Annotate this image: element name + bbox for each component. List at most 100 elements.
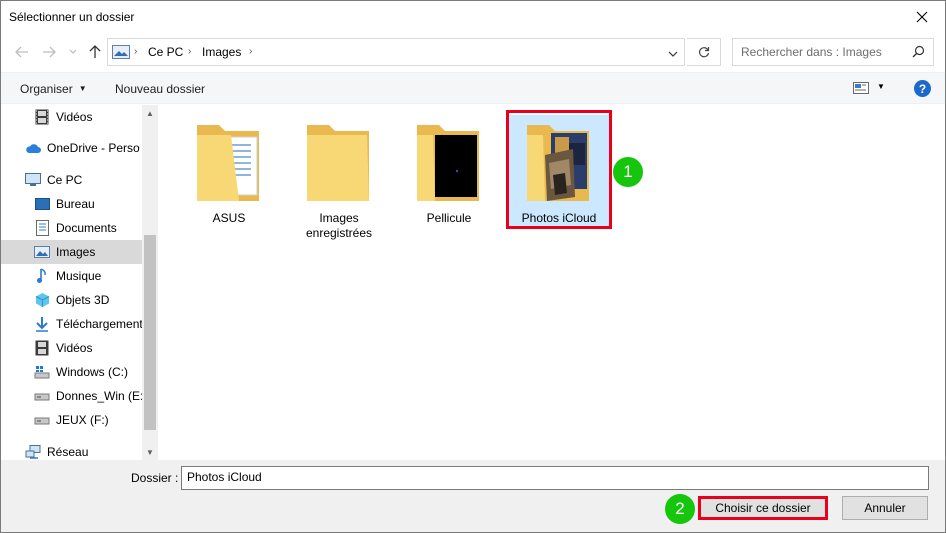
chevron-down-icon	[69, 49, 77, 54]
search-icon	[912, 45, 925, 61]
view-caret-icon[interactable]: ▼	[877, 82, 885, 91]
computer-icon	[25, 172, 41, 188]
scroll-down-button[interactable]: ▼	[142, 444, 157, 460]
nav-item-jeux-f[interactable]: JEUX (F:)	[1, 408, 142, 432]
nav-item-ce-pc[interactable]: Ce PC	[1, 168, 142, 192]
drive-icon	[34, 388, 50, 404]
video-icon	[34, 340, 50, 356]
navigation-bar: › Ce PC › Images › Rechercher dans : Ima…	[1, 32, 945, 72]
new-folder-button[interactable]: Nouveau dossier	[115, 82, 205, 96]
refresh-icon	[698, 47, 709, 58]
folder-label: ASUS	[212, 211, 246, 225]
nav-item-label: Réseau	[47, 445, 89, 459]
documents-icon	[34, 220, 50, 236]
nav-item-bureau[interactable]: Bureau	[1, 192, 142, 216]
nav-item-label: Images	[56, 245, 96, 259]
cube-icon	[34, 292, 50, 308]
arrow-right-icon	[43, 46, 56, 58]
folder-documents-icon	[179, 115, 279, 211]
step-badge-2: 2	[665, 494, 695, 524]
folder-images-enregistrees[interactable]: Images enregistrées	[289, 115, 389, 241]
cloud-icon	[25, 140, 41, 156]
cancel-label: Annuler	[864, 501, 906, 515]
folder-picker-dialog: Sélectionner un dossier › Ce PC › Images…	[0, 0, 946, 533]
footer-panel: Dossier : Photos iCloud 2 Choisir ce dos…	[1, 460, 945, 532]
nav-item-label: Musique	[56, 269, 102, 283]
scroll-thumb[interactable]	[144, 235, 156, 430]
nav-item-images[interactable]: Images	[1, 240, 142, 264]
music-icon	[34, 268, 50, 284]
nav-item-label: Objets 3D	[56, 293, 110, 307]
refresh-button[interactable]	[687, 38, 721, 66]
nav-item-label: Windows (C:)	[56, 365, 129, 379]
nav-item-videos[interactable]: Vidéos	[1, 105, 142, 129]
folder-label: Images enregistrées	[305, 211, 373, 240]
breadcrumb-separator: ›	[134, 46, 138, 57]
title-bar: Sélectionner un dossier	[1, 1, 945, 32]
navigation-pane: Vidéos OneDrive - Perso Ce PC Bureau Doc…	[1, 105, 158, 460]
arrow-left-icon	[15, 46, 28, 58]
command-bar: Organiser ▼ Nouveau dossier ▼ ?	[1, 72, 945, 104]
window-title: Sélectionner un dossier	[9, 10, 135, 24]
pictures-icon	[112, 45, 130, 62]
selection-highlight-box	[506, 110, 612, 229]
nav-item-label: Ce PC	[47, 173, 83, 187]
folder-dark-icon	[399, 115, 499, 211]
arrow-up-icon	[89, 45, 101, 58]
close-icon	[916, 11, 928, 22]
nav-item-label: Vidéos	[56, 110, 93, 124]
up-button[interactable]	[86, 43, 104, 61]
video-icon	[34, 109, 50, 125]
folder-field-label: Dossier :	[131, 471, 179, 485]
step-badge-1: 1	[613, 157, 643, 187]
nav-pane-scrollbar[interactable]: ▲ ▼	[142, 105, 157, 460]
breadcrumb-images[interactable]: Images	[202, 45, 241, 59]
nav-item-label: Vidéos	[56, 341, 93, 355]
drive-icon	[34, 364, 50, 380]
choose-folder-button[interactable]: Choisir ce dossier	[698, 496, 828, 520]
nav-item-label: OneDrive - Perso	[47, 141, 140, 155]
folder-asus[interactable]: ASUS	[179, 115, 279, 226]
cancel-button[interactable]: Annuler	[842, 496, 928, 520]
nav-item-telechargements[interactable]: Téléchargements	[1, 312, 142, 336]
view-icon	[853, 82, 869, 94]
address-bar[interactable]: › Ce PC › Images ›	[107, 38, 685, 66]
organize-label: Organiser	[20, 82, 73, 96]
nav-item-label: Bureau	[56, 197, 95, 211]
forward-button[interactable]	[40, 43, 58, 61]
nav-item-onedrive[interactable]: OneDrive - Perso	[1, 136, 142, 160]
chevron-down-icon	[668, 51, 678, 57]
back-button[interactable]	[13, 43, 31, 61]
nav-item-label: JEUX (F:)	[56, 413, 109, 427]
folder-label: Pellicule	[426, 211, 472, 225]
nav-item-objets-3d[interactable]: Objets 3D	[1, 288, 142, 312]
nav-item-musique[interactable]: Musique	[1, 264, 142, 288]
breadcrumb-separator: ›	[188, 46, 192, 57]
organize-menu[interactable]: Organiser ▼	[20, 82, 87, 96]
search-placeholder: Rechercher dans : Images	[741, 45, 882, 59]
desktop-icon	[34, 196, 50, 212]
recent-locations-button[interactable]	[64, 43, 82, 61]
caret-down-icon: ▼	[78, 84, 87, 93]
pictures-icon	[34, 244, 50, 260]
search-box[interactable]: Rechercher dans : Images	[732, 38, 934, 66]
nav-item-label: Documents	[56, 221, 117, 235]
download-icon	[34, 316, 50, 332]
folder-pellicule[interactable]: Pellicule	[399, 115, 499, 226]
close-button[interactable]	[899, 1, 945, 32]
nav-item-videos-2[interactable]: Vidéos	[1, 336, 142, 360]
breadcrumb-separator: ›	[249, 46, 253, 57]
nav-item-reseau[interactable]: Réseau	[1, 440, 142, 460]
breadcrumb-ce-pc[interactable]: Ce PC	[148, 45, 183, 59]
nav-item-documents[interactable]: Documents	[1, 216, 142, 240]
scroll-up-button[interactable]: ▲	[142, 105, 157, 121]
view-options-button[interactable]	[853, 82, 869, 97]
folder-name-input[interactable]: Photos iCloud	[181, 466, 929, 490]
nav-item-label: Téléchargements	[56, 317, 142, 331]
folder-icon	[289, 115, 389, 211]
nav-item-donnes-win-e[interactable]: Donnes_Win (E:)	[1, 384, 142, 408]
nav-item-windows-c[interactable]: Windows (C:)	[1, 360, 142, 384]
help-button[interactable]: ?	[914, 80, 931, 97]
address-dropdown-button[interactable]	[668, 47, 678, 61]
choose-folder-label: Choisir ce dossier	[715, 501, 811, 515]
